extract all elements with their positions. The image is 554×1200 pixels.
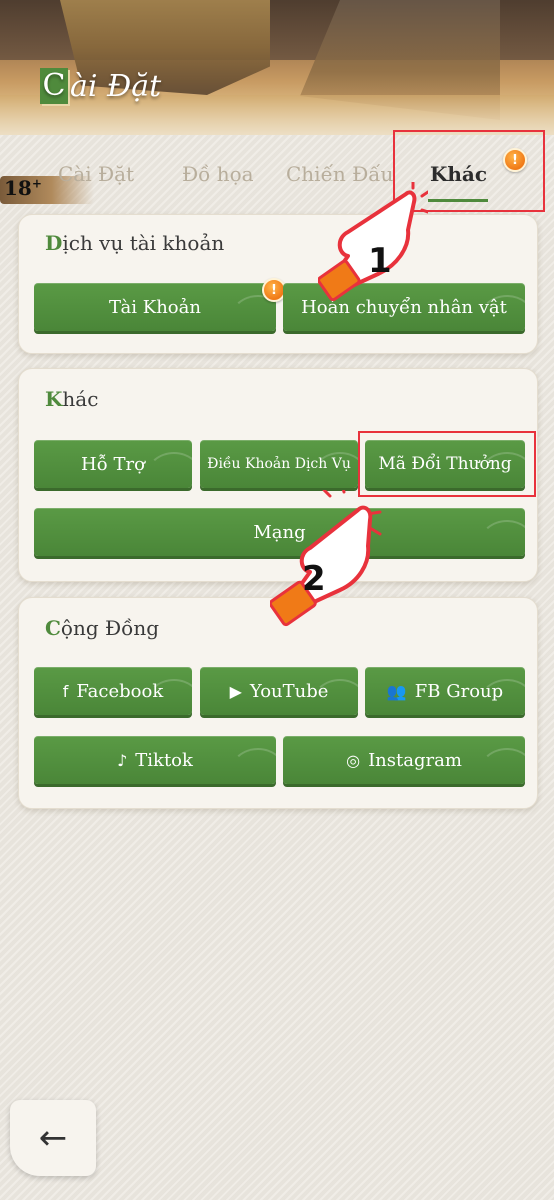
account-services-title: Dịch vụ tài khoản bbox=[45, 231, 224, 255]
page-title: C ài Đặt bbox=[40, 66, 161, 106]
step1-number: 1 bbox=[368, 241, 392, 281]
account-services-title-initial: D bbox=[45, 231, 63, 255]
facebook-button[interactable]: f Facebook bbox=[34, 667, 192, 715]
account-button-label: Tài Khoản bbox=[109, 296, 201, 318]
other-title-text: hác bbox=[62, 387, 99, 411]
tiktok-label: Tiktok bbox=[135, 749, 193, 771]
instagram-button[interactable]: ◎ Instagram bbox=[283, 736, 525, 784]
page-title-text: ài Đặt bbox=[70, 68, 162, 104]
instagram-label: Instagram bbox=[368, 749, 462, 771]
pointing-hand-icon-step2: 2 bbox=[270, 490, 382, 627]
support-button[interactable]: Hỗ Trợ bbox=[34, 440, 192, 488]
community-title-initial: C bbox=[45, 616, 61, 640]
youtube-button[interactable]: ▶ YouTube bbox=[200, 667, 358, 715]
pointing-hand-icon-step1: 1 bbox=[318, 182, 428, 302]
tab-settings[interactable]: Cài Đặt bbox=[58, 162, 134, 186]
other-title: Khác bbox=[45, 387, 98, 411]
youtube-label: YouTube bbox=[249, 680, 329, 702]
community-title: Cộng Đồng bbox=[45, 616, 159, 640]
support-label: Hỗ Trợ bbox=[81, 453, 145, 475]
terms-of-service-label: Điều Khoản Dịch Vụ bbox=[207, 456, 351, 472]
back-button[interactable]: ← bbox=[10, 1100, 96, 1176]
account-button[interactable]: Tài Khoản bbox=[34, 283, 276, 331]
facebook-label: Facebook bbox=[76, 680, 164, 702]
community-title-text: ộng Đồng bbox=[60, 616, 160, 640]
page-title-initial: C bbox=[40, 68, 68, 104]
header-banner: C ài Đặt bbox=[0, 0, 554, 135]
fb-group-button[interactable]: 👥 FB Group bbox=[365, 667, 525, 715]
other-title-initial: K bbox=[45, 387, 63, 411]
group-icon: 👥 bbox=[386, 681, 407, 701]
step2-number: 2 bbox=[302, 559, 326, 599]
facebook-icon: f bbox=[62, 681, 69, 701]
back-arrow-icon: ← bbox=[38, 1118, 68, 1158]
instagram-icon: ◎ bbox=[346, 750, 361, 770]
fb-group-label: FB Group bbox=[414, 680, 504, 702]
highlight-box-redeem-code bbox=[358, 431, 536, 497]
tiktok-button[interactable]: ♪ Tiktok bbox=[34, 736, 276, 784]
youtube-icon: ▶ bbox=[229, 681, 242, 701]
tiktok-icon: ♪ bbox=[117, 750, 128, 770]
account-services-title-text: ịch vụ tài khoản bbox=[62, 231, 225, 255]
tab-graphics[interactable]: Đồ họa bbox=[182, 162, 254, 186]
terms-of-service-button[interactable]: Điều Khoản Dịch Vụ bbox=[200, 440, 358, 488]
